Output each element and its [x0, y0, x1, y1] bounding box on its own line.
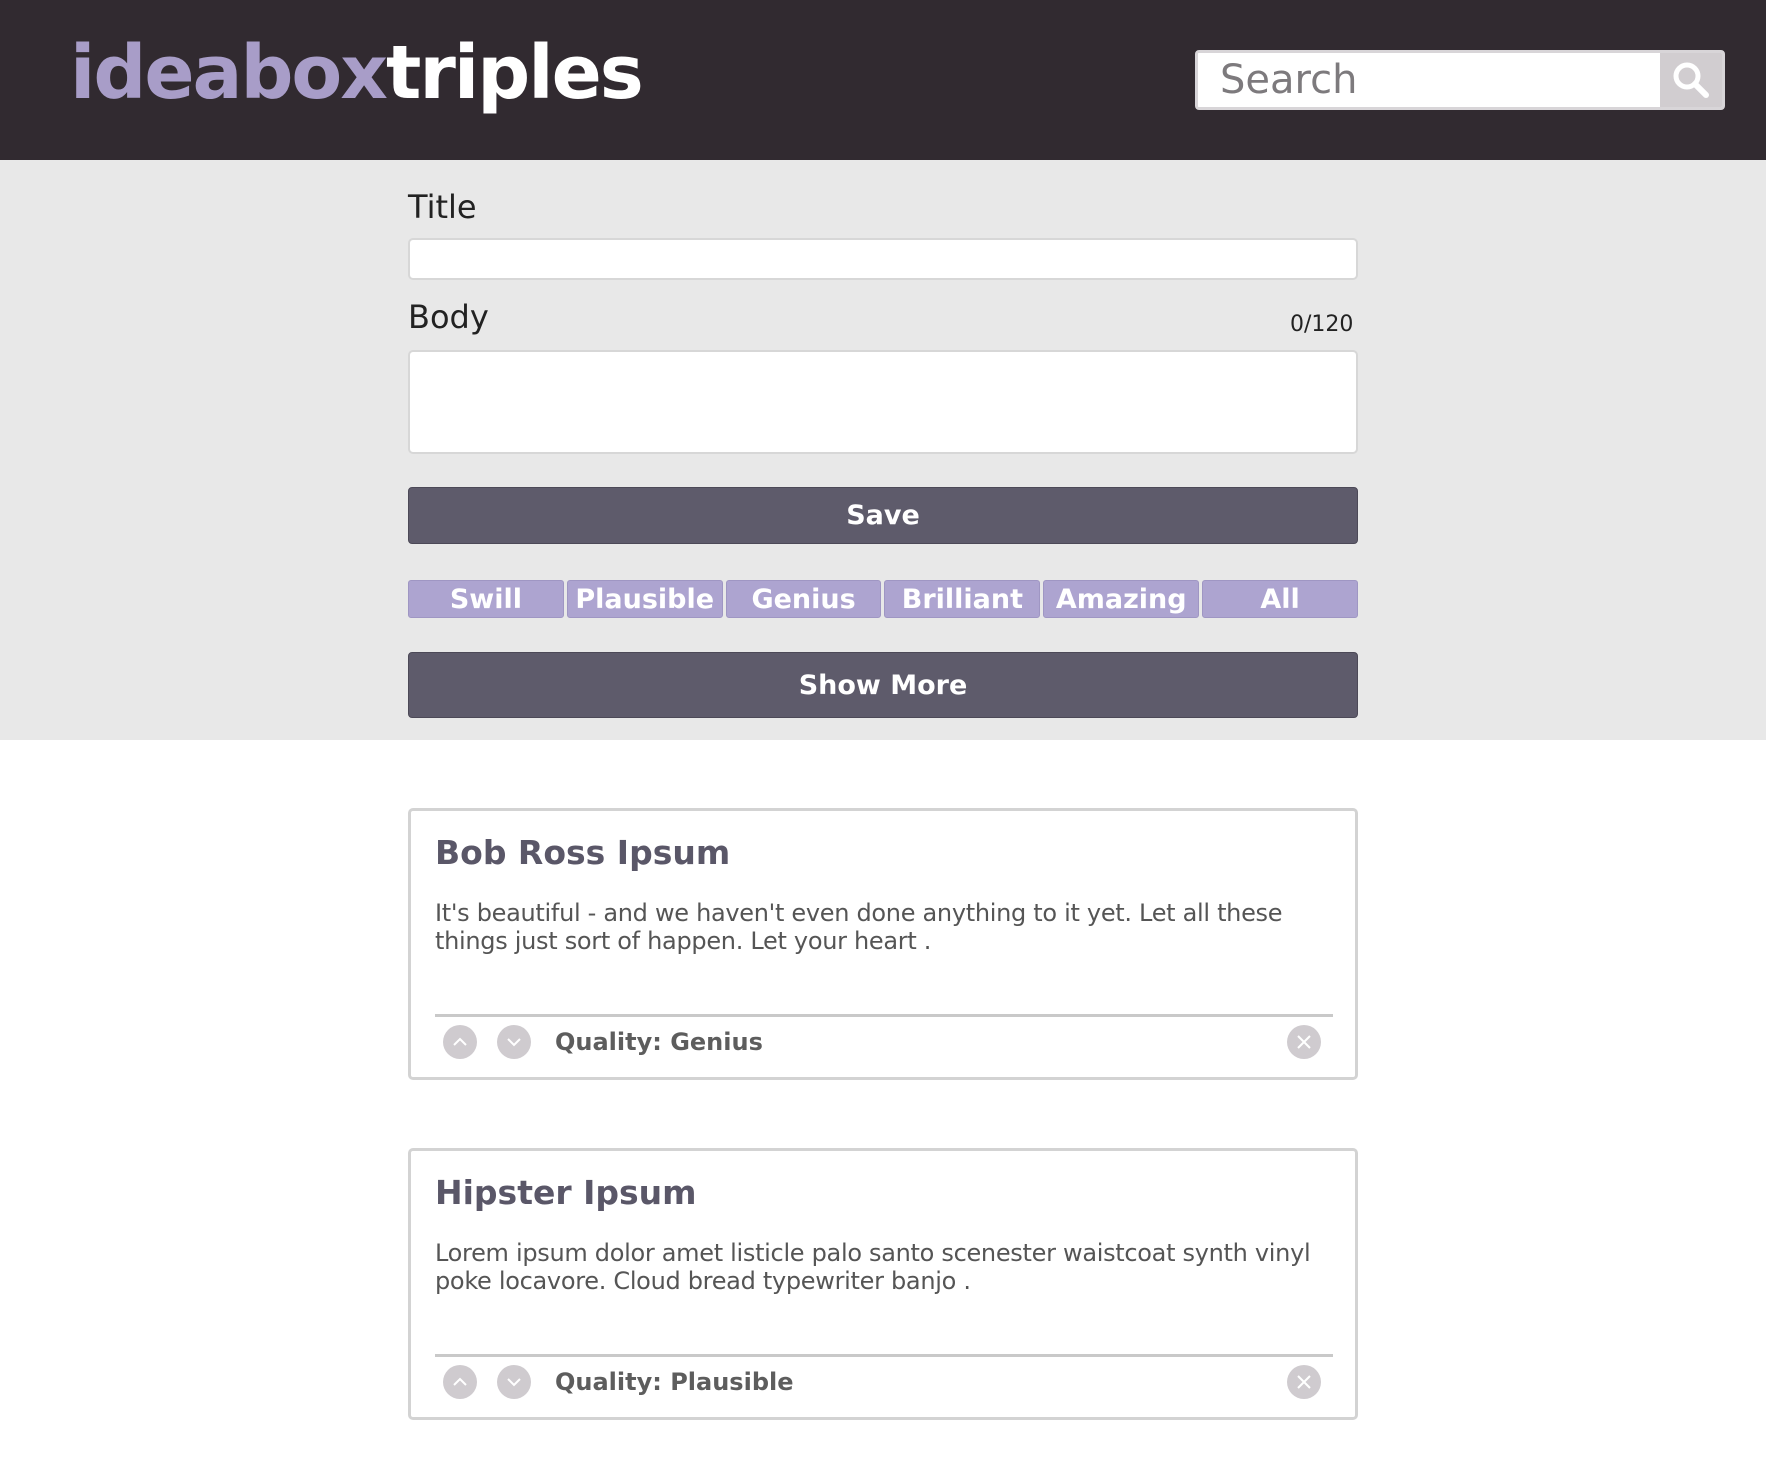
idea-footer: Quality: Plausible [435, 1354, 1333, 1417]
title-input[interactable] [408, 238, 1358, 280]
idea-title[interactable]: Bob Ross Ipsum [435, 833, 730, 872]
app-header: ideaboxtriples [0, 0, 1766, 160]
search-box [1195, 50, 1725, 110]
filter-swill-button[interactable]: Swill [408, 580, 564, 618]
idea-body[interactable]: Lorem ipsum dolor amet listicle palo san… [435, 1239, 1335, 1295]
body-label: Body [408, 298, 489, 336]
search-input[interactable] [1198, 53, 1662, 107]
quality-filter-bar: Swill Plausible Genius Brilliant Amazing… [408, 580, 1358, 618]
filter-all-button[interactable]: All [1202, 580, 1358, 618]
logo-part-triples: triples [386, 30, 644, 116]
logo-part-ideabox: ideabox [70, 30, 388, 116]
downvote-button[interactable] [497, 1365, 531, 1399]
filter-genius-button[interactable]: Genius [725, 580, 882, 618]
app-logo: ideaboxtriples [70, 36, 644, 110]
close-icon [1297, 1375, 1311, 1389]
idea-card: Hipster Ipsum Lorem ipsum dolor amet lis… [408, 1148, 1358, 1420]
char-counter: 0/120 [1290, 312, 1354, 337]
close-icon [1297, 1035, 1311, 1049]
title-label: Title [408, 188, 477, 226]
quality-label: Quality: Plausible [555, 1368, 794, 1396]
upvote-button[interactable] [443, 1025, 477, 1059]
body-input[interactable] [408, 350, 1358, 454]
idea-footer: Quality: Genius [435, 1014, 1333, 1077]
idea-form: Title Body 0/120 Save Swill Plausible Ge… [0, 160, 1766, 740]
filter-plausible-button[interactable]: Plausible [566, 580, 723, 618]
idea-card: Bob Ross Ipsum It's beautiful - and we h… [408, 808, 1358, 1080]
downvote-button[interactable] [497, 1025, 531, 1059]
chevron-down-icon [507, 1038, 521, 1047]
save-button[interactable]: Save [408, 487, 1358, 544]
delete-button[interactable] [1287, 1025, 1321, 1059]
search-button[interactable] [1660, 53, 1722, 107]
filter-brilliant-button[interactable]: Brilliant [884, 580, 1041, 618]
quality-label: Quality: Genius [555, 1028, 763, 1056]
idea-body[interactable]: It's beautiful - and we haven't even don… [435, 899, 1335, 955]
upvote-button[interactable] [443, 1365, 477, 1399]
delete-button[interactable] [1287, 1365, 1321, 1399]
show-more-button[interactable]: Show More [408, 652, 1358, 718]
chevron-up-icon [453, 1037, 467, 1046]
idea-title[interactable]: Hipster Ipsum [435, 1173, 697, 1212]
chevron-down-icon [507, 1378, 521, 1387]
filter-amazing-button[interactable]: Amazing [1043, 580, 1200, 618]
chevron-up-icon [453, 1377, 467, 1386]
search-icon [1673, 62, 1709, 98]
